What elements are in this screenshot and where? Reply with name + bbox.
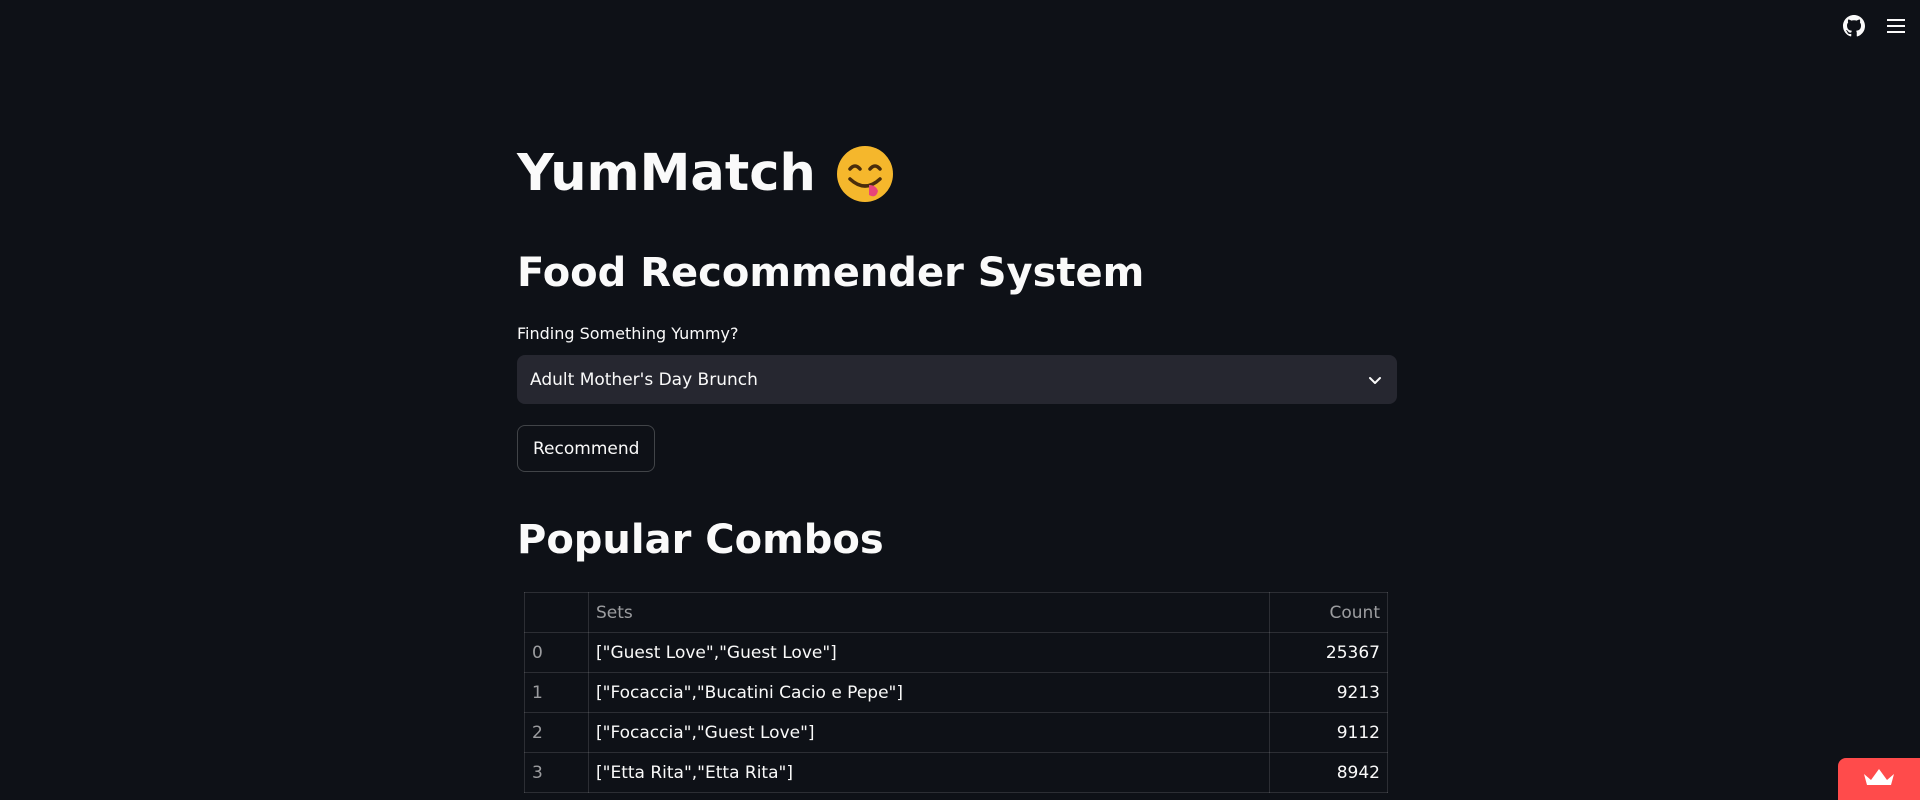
- row-count[interactable]: 9112: [1269, 712, 1388, 753]
- row-index: 3: [524, 752, 589, 793]
- row-count[interactable]: 8942: [1269, 752, 1388, 793]
- table-row: 0 ["Guest Love","Guest Love"] 25367: [524, 632, 1388, 673]
- github-icon[interactable]: [1842, 12, 1866, 40]
- page-subtitle: Food Recommender System: [517, 250, 1145, 296]
- row-count[interactable]: 25367: [1269, 632, 1388, 673]
- row-count[interactable]: 9213: [1269, 672, 1388, 713]
- select-value: Adult Mother's Day Brunch: [530, 369, 758, 390]
- recommend-button[interactable]: Recommend: [517, 425, 656, 472]
- column-header-index[interactable]: [524, 592, 589, 633]
- popular-combos-title: Popular Combos: [517, 517, 884, 563]
- meal-select-dropdown[interactable]: Adult Mother's Day Brunch: [517, 355, 1397, 404]
- row-sets[interactable]: ["Etta Rita","Etta Rita"]: [588, 752, 1270, 793]
- row-sets[interactable]: ["Focaccia","Bucatini Cacio e Pepe"]: [588, 672, 1270, 713]
- column-header-sets[interactable]: Sets: [588, 592, 1270, 633]
- row-index: 0: [524, 632, 589, 673]
- table-row: 3 ["Etta Rita","Etta Rita"] 8942: [524, 752, 1388, 793]
- row-index: 2: [524, 712, 589, 753]
- row-index: 1: [524, 672, 589, 713]
- streamlit-badge[interactable]: [1838, 758, 1920, 800]
- face-savoring-food-icon: [836, 145, 894, 203]
- row-sets[interactable]: ["Focaccia","Guest Love"]: [588, 712, 1270, 753]
- table-row: 2 ["Focaccia","Guest Love"] 9112: [524, 712, 1388, 753]
- select-label: Finding Something Yummy?: [517, 324, 739, 343]
- crown-icon: [1862, 766, 1896, 792]
- top-toolbar: [1842, 12, 1908, 40]
- column-header-count[interactable]: Count: [1269, 592, 1388, 633]
- chevron-down-icon: [1367, 372, 1383, 388]
- table-header-row: Sets Count: [524, 592, 1388, 633]
- app-title-text: YumMatch: [517, 144, 816, 203]
- table-row: 1 ["Focaccia","Bucatini Cacio e Pepe"] 9…: [524, 672, 1388, 713]
- popular-combos-table: Sets Count 0 ["Guest Love","Guest Love"]…: [524, 592, 1388, 793]
- row-sets[interactable]: ["Guest Love","Guest Love"]: [588, 632, 1270, 673]
- app-title: YumMatch: [517, 140, 894, 208]
- hamburger-menu-icon[interactable]: [1884, 12, 1908, 40]
